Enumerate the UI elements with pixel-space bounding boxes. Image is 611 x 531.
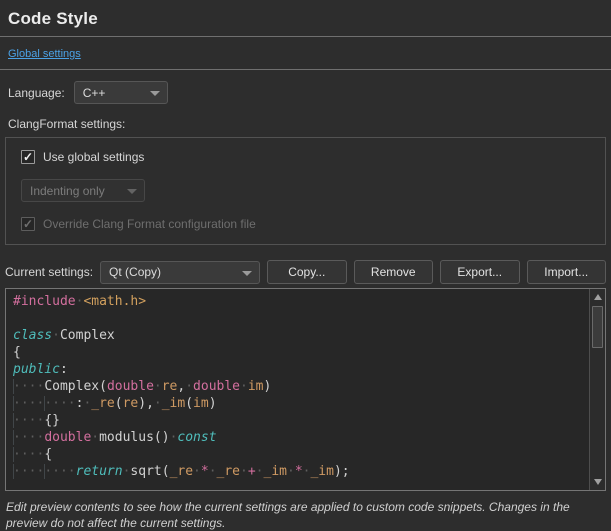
- language-label: Language:: [8, 86, 65, 100]
- current-settings-dropdown[interactable]: Qt (Copy): [100, 261, 260, 284]
- separator: [0, 69, 611, 70]
- use-global-settings-label: Use global settings: [43, 150, 144, 164]
- import-button[interactable]: Import...: [527, 260, 606, 284]
- scrollbar-thumb[interactable]: [592, 306, 603, 348]
- language-dropdown[interactable]: C++: [74, 81, 168, 104]
- clangformat-groupbox: ✓ Use global settings Indenting only ✓ O…: [5, 137, 606, 245]
- copy-button[interactable]: Copy...: [267, 260, 346, 284]
- code-editor-content: #include·<math.h> class·Complex{public:·…: [6, 289, 605, 480]
- scroll-down-icon: [594, 479, 602, 485]
- remove-button[interactable]: Remove: [354, 260, 433, 284]
- clangformat-settings-label: ClangFormat settings:: [8, 117, 603, 131]
- language-dropdown-value: C++: [83, 86, 106, 100]
- formatting-mode-dropdown: Indenting only: [21, 179, 145, 202]
- use-global-settings-checkbox[interactable]: ✓ Use global settings: [21, 150, 590, 164]
- override-clang-format-checkbox: ✓ Override Clang Format configuration fi…: [21, 217, 590, 231]
- preview-hint-text: Edit preview contents to see how the cur…: [6, 499, 605, 531]
- code-preview-editor[interactable]: #include·<math.h> class·Complex{public:·…: [5, 288, 606, 491]
- chevron-down-icon: [150, 91, 160, 96]
- page-title: Code Style: [0, 0, 611, 29]
- checkbox-checked-icon: ✓: [21, 217, 35, 231]
- vertical-scrollbar[interactable]: [589, 289, 605, 490]
- formatting-mode-value: Indenting only: [30, 184, 105, 198]
- code-style-settings-page: Code Style Global settings Language: C++…: [0, 0, 611, 498]
- scroll-down-button[interactable]: [591, 475, 604, 489]
- scroll-up-button[interactable]: [591, 290, 604, 304]
- scroll-up-icon: [594, 294, 602, 300]
- override-clang-format-label: Override Clang Format configuration file: [43, 217, 256, 231]
- chevron-down-icon: [127, 189, 137, 194]
- chevron-down-icon: [242, 271, 252, 276]
- checkbox-checked-icon: ✓: [21, 150, 35, 164]
- global-settings-link[interactable]: Global settings: [8, 48, 81, 60]
- export-button[interactable]: Export...: [440, 260, 519, 284]
- current-settings-label: Current settings:: [5, 265, 93, 279]
- current-settings-value: Qt (Copy): [109, 265, 161, 279]
